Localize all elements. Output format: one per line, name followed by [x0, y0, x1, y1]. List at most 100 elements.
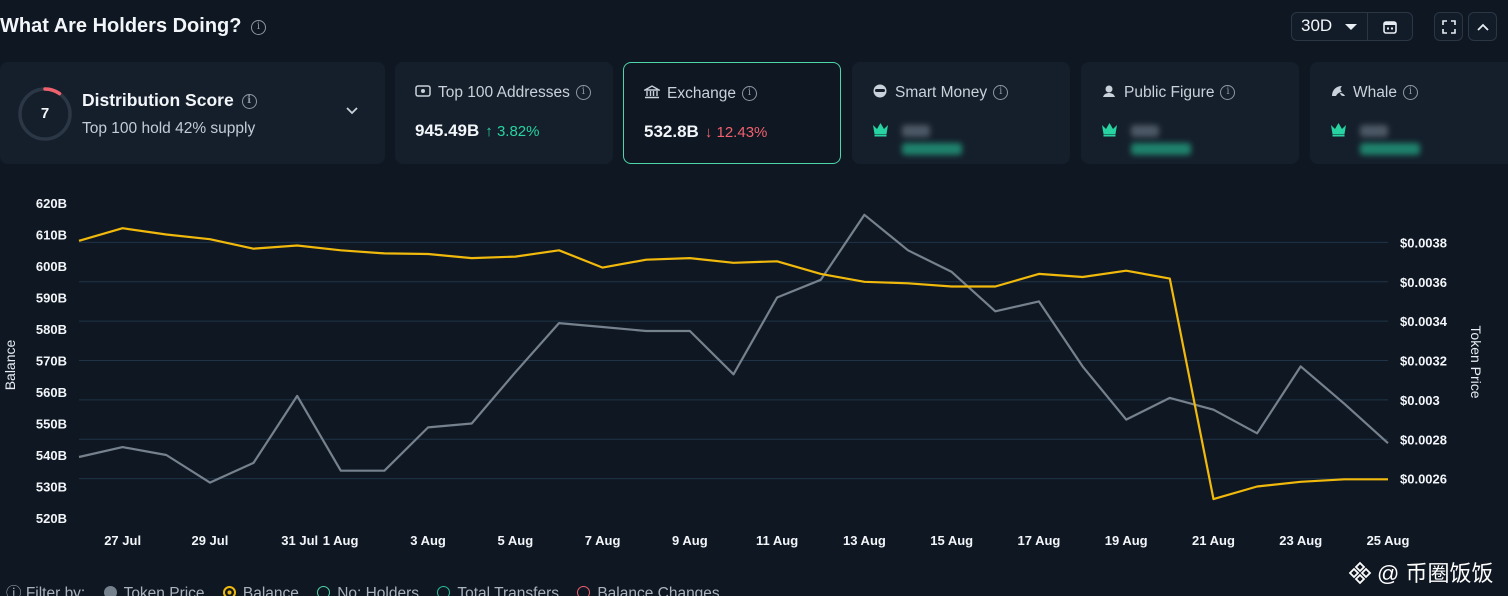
filter-item-label: Total Transfers — [457, 585, 559, 596]
info-icon[interactable]: i — [993, 85, 1009, 101]
card-label-text: Public Figure — [1124, 84, 1215, 101]
y-tick-label-left: 530B — [36, 480, 67, 495]
info-icon[interactable]: i — [241, 93, 257, 109]
y-axis-label-right: Token Price — [1468, 325, 1484, 398]
chevron-down-icon[interactable] — [345, 106, 359, 116]
point-token-price — [731, 371, 737, 377]
point-balance — [774, 258, 780, 264]
x-tick-label: 27 Jul — [104, 533, 141, 548]
point-token-price — [469, 421, 475, 427]
filter-token-price[interactable]: Token Price — [103, 585, 205, 596]
card-smart-money[interactable]: Smart Money i — [852, 62, 1070, 164]
info-icon[interactable]: i — [1402, 85, 1418, 101]
collapse-button[interactable] — [1468, 12, 1497, 41]
y-axis-label-left: Balance — [2, 339, 18, 390]
filter-item-label: Balance Changes — [597, 585, 720, 596]
info-icon[interactable]: i — [1220, 85, 1236, 101]
point-balance — [905, 280, 911, 286]
info-icon[interactable]: i — [251, 20, 266, 35]
x-tick-label: 17 Aug — [1018, 533, 1061, 548]
whale-icon — [1332, 86, 1345, 96]
x-tick-label: 5 Aug — [498, 533, 534, 548]
point-token-price — [1080, 363, 1086, 369]
legend-dot — [437, 586, 451, 596]
period-select[interactable]: 30D — [1291, 12, 1368, 41]
card-public-figure[interactable]: Public Figure i — [1081, 62, 1299, 164]
point-balance — [1254, 484, 1260, 490]
x-tick-label: 23 Aug — [1279, 533, 1322, 548]
x-tick-label: 19 Aug — [1105, 533, 1148, 548]
card-label-text: Whale — [1353, 84, 1397, 101]
page-title: What Are Holders Doing? — [0, 15, 242, 37]
calendar-button[interactable] — [1368, 12, 1413, 41]
point-balance — [469, 255, 475, 261]
point-token-price — [1254, 430, 1260, 436]
info-icon[interactable]: i — [575, 85, 591, 101]
point-token-price — [1385, 440, 1391, 446]
fullscreen-button[interactable] — [1434, 12, 1463, 41]
point-token-price — [251, 460, 257, 466]
y-tick-label-right: $0.0034 — [1400, 314, 1448, 329]
y-tick-label-right: $0.0028 — [1400, 432, 1447, 447]
point-token-price — [949, 269, 955, 275]
filter-legend: ⓘ Filter by: Token Price Balance No: Hol… — [6, 581, 720, 596]
point-balance — [120, 225, 126, 231]
crown-icon — [1331, 123, 1346, 137]
card-label: Top 100 Addresses i — [415, 84, 591, 102]
x-tick-label: 1 Aug — [323, 533, 359, 548]
point-token-price — [905, 247, 911, 253]
header: What Are Holders Doing? i 30D — [0, 12, 1508, 42]
y-tick-label-right: $0.0026 — [1400, 472, 1447, 487]
holders-chart[interactable]: 520B 530B 540B 550B 560B 570B 580B 590B 600B 610B… — [0, 185, 1508, 560]
y-tick-label-left: 600B — [36, 259, 67, 274]
series-line-token-price[interactable] — [78, 213, 1389, 484]
card-label: Exchange i — [644, 85, 757, 103]
y-tick-label-left: 620B — [36, 196, 67, 211]
point-token-price — [818, 277, 824, 283]
binance-logo-icon — [1348, 561, 1372, 585]
crown-icon — [873, 123, 888, 137]
point-balance — [1167, 276, 1173, 282]
filter-balance[interactable]: Balance — [222, 585, 299, 596]
legend-dot — [222, 586, 236, 596]
card-label-text: Top 100 Addresses — [438, 84, 570, 101]
point-token-price — [76, 454, 82, 460]
point-balance — [1210, 496, 1216, 502]
watermark-text: @ 币圈饭饭 — [1377, 561, 1494, 586]
distribution-score-card[interactable]: 7 Distribution Score i Top 100 hold 42% s… — [0, 62, 385, 164]
filter-label-text: Filter by: — [25, 585, 86, 596]
info-icon[interactable]: i — [741, 86, 757, 102]
point-balance — [381, 250, 387, 256]
card-exchange[interactable]: Exchange i 532.8B ↓ 12.43% — [623, 62, 841, 164]
calendar-icon — [1383, 21, 1397, 34]
point-token-price — [556, 320, 562, 326]
y-tick-label-left: 550B — [36, 417, 67, 432]
point-token-price — [1167, 395, 1173, 401]
series-line-balance[interactable] — [78, 227, 1388, 501]
legend-dot — [317, 586, 331, 596]
card-label: Public Figure i — [1101, 84, 1236, 102]
blurred-value — [1360, 122, 1455, 155]
change-down: ↓ 12.43% — [704, 124, 768, 141]
point-token-price — [687, 328, 693, 334]
card-whale[interactable]: Whale i — [1310, 62, 1508, 164]
legend-dot — [103, 586, 117, 596]
point-balance — [1080, 274, 1086, 280]
card-top-100-addresses[interactable]: Top 100 Addresses i 945.49B ↑ 3.82% — [395, 62, 613, 164]
y-tick-label-left: 520B — [36, 511, 67, 526]
x-tick-label: 29 Jul — [191, 533, 228, 548]
point-token-price — [1210, 407, 1216, 413]
point-balance — [949, 283, 955, 289]
point-balance — [600, 265, 606, 271]
public-figure-icon — [1103, 85, 1115, 97]
grid-lines — [79, 241, 1388, 480]
point-balance — [861, 279, 867, 285]
point-balance — [1036, 271, 1042, 277]
point-balance — [76, 238, 82, 244]
filter-balance-changes[interactable]: Balance Changes — [577, 585, 720, 596]
point-token-price — [381, 468, 387, 474]
filter-total-transfers[interactable]: Total Transfers — [437, 585, 559, 596]
card-value: 532.8B ↓ 12.43% — [644, 122, 767, 142]
distribution-title: Distribution Score i — [82, 90, 257, 111]
filter-no-holders[interactable]: No: Holders — [317, 585, 419, 596]
